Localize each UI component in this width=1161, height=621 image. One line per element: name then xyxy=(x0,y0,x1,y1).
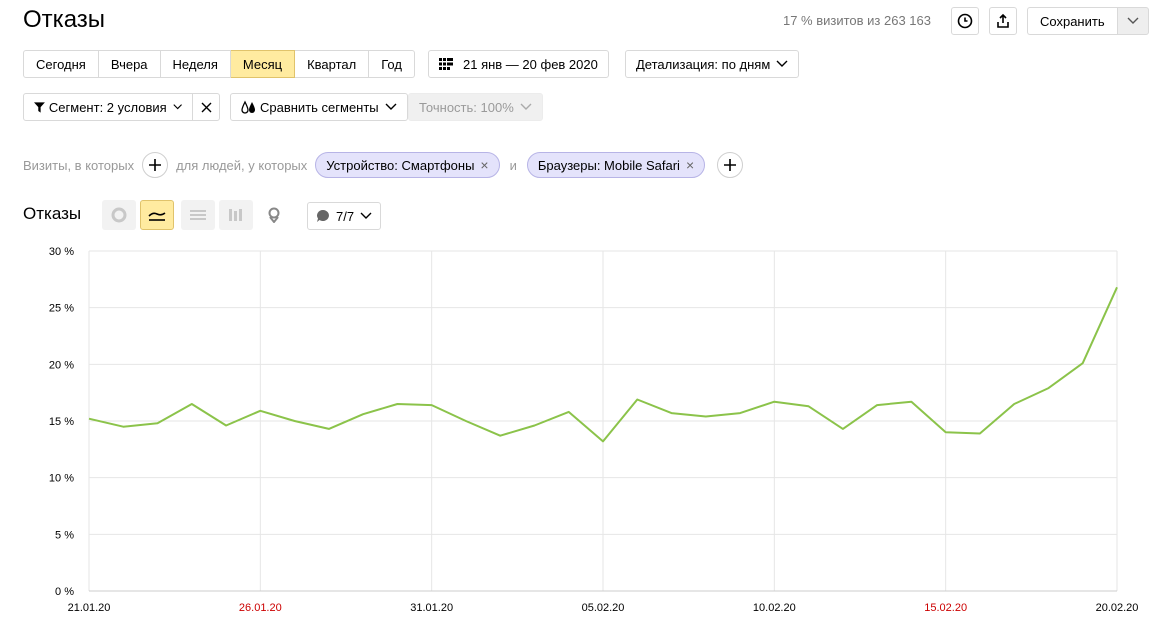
remove-tag-icon[interactable]: × xyxy=(480,157,488,173)
calendar-icon xyxy=(439,58,453,70)
save-options-button[interactable] xyxy=(1116,7,1149,35)
chart-type-bar[interactable] xyxy=(219,200,253,230)
period-yesterday[interactable]: Вчера xyxy=(98,50,161,78)
notes-dropdown[interactable]: 7/7 xyxy=(307,202,382,230)
plus-icon xyxy=(724,159,737,171)
accuracy-dropdown[interactable]: Точность: 100% xyxy=(408,93,543,121)
period-quarter[interactable]: Квартал xyxy=(295,50,370,78)
segment-label: Сегмент: 2 условия xyxy=(48,99,167,115)
y-tick-label: 0 % xyxy=(55,586,74,598)
condition-tag-device[interactable]: Устройство: Смартфоны × xyxy=(315,152,500,178)
period-month[interactable]: Месяц xyxy=(230,50,296,78)
line-chart-icon xyxy=(148,212,166,221)
y-tick-label: 20 % xyxy=(49,359,74,371)
chevron-down-icon xyxy=(520,103,532,110)
period-week[interactable]: Неделя xyxy=(160,50,231,78)
x-tick-label: 21.01.20 xyxy=(68,602,111,614)
clock-icon xyxy=(957,13,973,29)
period-selector: Сегодня Вчера Неделя Месяц Квартал Год xyxy=(23,50,415,78)
clear-segment-button[interactable] xyxy=(192,93,220,121)
add-people-condition-button[interactable] xyxy=(717,152,744,178)
date-range-picker[interactable]: 21 янв — 20 фев 2020 xyxy=(428,50,609,78)
y-tick-label: 10 % xyxy=(49,473,74,485)
chevron-down-icon xyxy=(385,103,397,110)
visits-summary: 17 % визитов из 263 163 xyxy=(782,13,931,28)
visits-condition-label: Визиты, в которых xyxy=(23,157,135,173)
chevron-down-icon xyxy=(776,60,788,67)
x-tick-label: 20.02.20 xyxy=(1096,602,1139,614)
detail-dropdown[interactable]: Детализация: по дням xyxy=(625,50,800,78)
x-tick-label: 05.02.20 xyxy=(582,602,625,614)
comment-icon xyxy=(317,210,329,222)
period-year[interactable]: Год xyxy=(369,50,415,78)
chevron-down-icon xyxy=(173,104,182,110)
condition-tag-label: Устройство: Смартфоны xyxy=(326,157,475,173)
export-button[interactable] xyxy=(989,7,1017,35)
area-chart-icon xyxy=(190,210,206,220)
pie-chart-icon xyxy=(111,207,127,223)
save-group: Сохранить xyxy=(1027,7,1149,35)
chevron-down-icon xyxy=(360,212,372,219)
metric-title: Отказы xyxy=(23,204,82,223)
chart-type-line[interactable] xyxy=(140,200,174,230)
bar-chart-icon xyxy=(229,209,242,221)
y-tick-label: 15 % xyxy=(49,416,74,428)
chart-type-area[interactable] xyxy=(181,200,215,230)
map-pin-icon xyxy=(268,207,280,223)
bounce-rate-line-chart: 0 % 5 % 10 % 15 % 20 % 25 % 30 % 21.01.20 26.01.… xyxy=(49,246,1139,614)
people-condition-label: для людей, у которых xyxy=(176,157,308,173)
accuracy-label: Точность: 100% xyxy=(419,99,514,115)
compare-label: Сравнить сегменты xyxy=(260,99,379,115)
drops-icon xyxy=(241,100,255,114)
close-icon xyxy=(201,102,211,112)
date-range-label: 21 янв — 20 фев 2020 xyxy=(463,56,598,72)
history-button[interactable] xyxy=(951,7,979,35)
remove-tag-icon[interactable]: × xyxy=(686,157,694,173)
y-tick-label: 25 % xyxy=(49,303,74,315)
plus-icon xyxy=(149,159,162,171)
chart-type-map[interactable] xyxy=(257,200,291,230)
chart-type-pie[interactable] xyxy=(102,200,136,230)
condition-tag-label: Браузеры: Mobile Safari xyxy=(537,157,680,173)
filter-icon xyxy=(34,101,45,113)
segment-dropdown[interactable]: Сегмент: 2 условия xyxy=(23,93,193,121)
save-button[interactable]: Сохранить xyxy=(1027,7,1117,35)
period-today[interactable]: Сегодня xyxy=(23,50,99,78)
x-tick-label: 31.01.20 xyxy=(410,602,453,614)
compare-segments-dropdown[interactable]: Сравнить сегменты xyxy=(230,93,408,121)
x-tick-label: 15.02.20 xyxy=(924,602,967,614)
page-title: Отказы xyxy=(23,6,106,33)
and-label: и xyxy=(509,157,517,173)
notes-count: 7/7 xyxy=(336,208,355,224)
segment-conditions: Визиты, в которых для людей, у которых У… xyxy=(23,150,751,180)
x-tick-label: 26.01.20 xyxy=(239,602,282,614)
y-tick-label: 30 % xyxy=(49,246,74,258)
upload-icon xyxy=(997,13,1009,28)
chevron-down-icon xyxy=(1127,17,1139,24)
condition-tag-browser[interactable]: Браузеры: Mobile Safari × xyxy=(526,152,706,178)
y-tick-label: 5 % xyxy=(55,529,74,541)
x-tick-label: 10.02.20 xyxy=(753,602,796,614)
add-visit-condition-button[interactable] xyxy=(142,152,169,178)
detail-label: Детализация: по дням xyxy=(636,56,771,72)
